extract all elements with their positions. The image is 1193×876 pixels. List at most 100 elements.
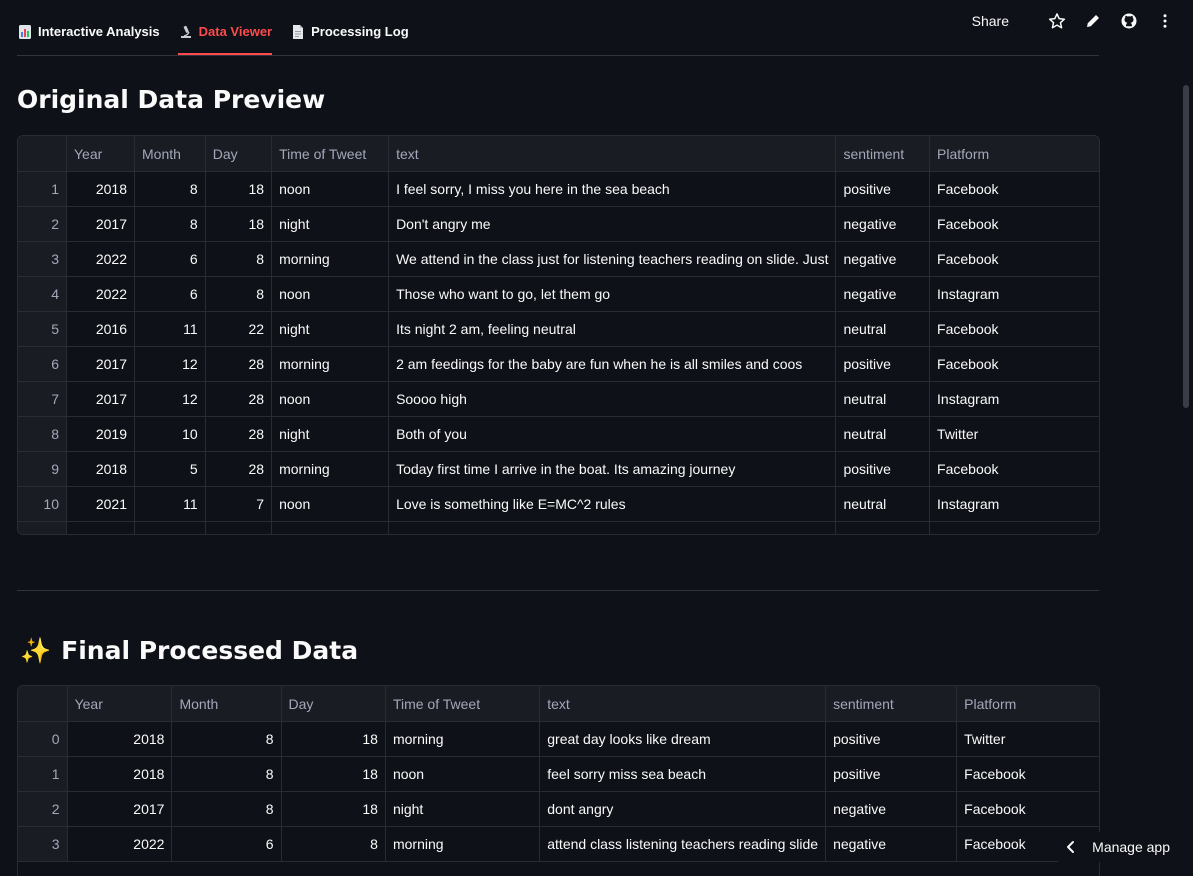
table-cell[interactable]: neutral [835,381,931,417]
table-cell[interactable]: Twitter [929,416,1099,452]
table-cell[interactable]: positive [835,346,931,382]
table-cell[interactable]: Those who want to go, let them go [388,276,837,312]
table-cell[interactable]: 8 [281,826,386,862]
table-cell[interactable]: 2018 [67,756,173,792]
table-cell[interactable] [134,521,206,534]
table-cell[interactable]: Both of you [388,416,837,452]
table-cell[interactable]: 2017 [66,346,136,382]
table-cell[interactable]: negative [825,791,958,827]
table-cell[interactable]: noon [385,756,541,792]
table-cell[interactable]: negative [835,276,931,312]
table-cell[interactable]: 6 [134,241,206,277]
column-header[interactable]: Platform [956,686,1099,722]
table-cell[interactable]: Instagram [929,276,1099,312]
table-cell[interactable]: 10 [134,416,206,452]
table-cell[interactable]: Love is something like E=MC^2 rules [388,486,837,522]
table-cell[interactable]: 11 [134,486,206,522]
table-cell[interactable]: 28 [205,346,273,382]
table-row[interactable]: 2 2017 8 18 night dont angry negative Facebook [18,791,1099,827]
column-header[interactable]: Month [171,686,282,722]
table-cell[interactable]: night [385,791,541,827]
column-header[interactable]: Month [134,136,206,172]
table-cell[interactable]: Facebook [929,241,1099,277]
table-cell[interactable]: negative [835,206,931,242]
column-header[interactable]: Time of Tweet [271,136,390,172]
table-cell[interactable]: Facebook [929,451,1099,487]
table-cell[interactable]: positive [835,171,931,207]
table-cell[interactable]: 2018 [67,721,173,757]
table-cell[interactable]: negative [825,826,958,862]
table-cell[interactable]: negative [835,241,931,277]
table-cell[interactable] [66,521,136,534]
table-cell[interactable]: 2 am feedings for the baby are fun when … [388,346,837,382]
table-cell[interactable]: night [271,416,390,452]
column-header[interactable]: sentiment [835,136,931,172]
column-header[interactable]: Day [205,136,273,172]
table-cell[interactable] [929,521,1099,534]
table-cell[interactable]: 28 [205,381,273,417]
table-cell[interactable]: morning [385,826,541,862]
table-cell[interactable]: noon [271,486,390,522]
table-cell[interactable]: 8 [134,171,206,207]
table-cell[interactable]: neutral [835,311,931,347]
table-row[interactable]: 3 2022 6 8 morning attend class listening tea… [18,826,1099,862]
table-cell[interactable]: morning [271,346,390,382]
column-header[interactable]: text [539,686,827,722]
column-header[interactable]: Day [281,686,386,722]
table-cell[interactable]: night [271,521,390,534]
table-cell[interactable]: 12 [134,381,206,417]
table-cell[interactable]: Its night 2 am, feeling neutral [388,311,837,347]
table-cell[interactable]: 2017 [66,381,136,417]
table-cell[interactable]: 2018 [66,171,136,207]
table-cell[interactable]: noon [271,276,390,312]
table-cell[interactable]: Facebook [929,346,1099,382]
table-cell[interactable]: 2017 [67,791,173,827]
table-row[interactable]: 3 2022 6 8 morning We attend in the class jus… [18,241,1099,277]
table-cell[interactable]: feel sorry miss sea beach [539,756,827,792]
table-row[interactable]: 10 2021 11 7 noon Love is something like E=MC… [18,486,1099,522]
table-row[interactable]: 0 2018 8 18 morning great day looks like drea… [18,721,1099,757]
table-row[interactable]: 5 2016 11 22 night Its night 2 am, feeling ne… [18,311,1099,347]
table-cell[interactable]: morning [385,721,541,757]
table-cell[interactable]: Instagram [929,486,1099,522]
table-cell[interactable]: Soooo high [388,381,837,417]
table-cell[interactable]: 8 [171,721,282,757]
column-header[interactable]: Platform [929,136,1099,172]
table-cell[interactable]: Facebook [956,756,1099,792]
table-cell[interactable]: 2018 [66,451,136,487]
table-cell[interactable]: Facebook [929,311,1099,347]
table-cell[interactable]: night [271,206,390,242]
table-row[interactable]: 2 2017 8 18 night Don't angry me negative Faceb… [18,206,1099,242]
table-cell[interactable]: Twitter [956,721,1099,757]
table-row[interactable]: 4 2022 6 8 noon Those who want to go, let the… [18,276,1099,312]
table-cell[interactable]: 18 [281,721,386,757]
manage-app-button[interactable]: Manage app [1058,832,1193,862]
table-row[interactable]: 11 night [18,521,1099,534]
table-row[interactable]: 6 2017 12 28 morning 2 am feedings for the ba… [18,346,1099,382]
table-cell[interactable]: Instagram [929,381,1099,417]
table-cell[interactable]: 12 [134,346,206,382]
table-cell[interactable] [835,521,931,534]
final-data-table[interactable]: Year Month Day Time of Tweet text sentiment Pl… [17,685,1100,876]
table-cell[interactable]: 6 [134,276,206,312]
original-data-table[interactable]: Year Month Day Time of Tweet text sentiment Pl… [17,135,1100,535]
table-cell[interactable]: neutral [835,486,931,522]
table-cell[interactable]: Don't angry me [388,206,837,242]
table-cell[interactable] [205,521,273,534]
table-cell[interactable]: 2022 [67,826,173,862]
table-cell[interactable]: 18 [281,756,386,792]
table-cell[interactable]: Facebook [956,791,1099,827]
table-cell[interactable]: 2017 [66,206,136,242]
github-icon[interactable] [1119,11,1139,31]
table-cell[interactable]: great day looks like dream [539,721,827,757]
table-cell[interactable]: 28 [205,416,273,452]
table-cell[interactable]: positive [835,451,931,487]
table-cell[interactable] [388,521,837,534]
tab-interactive-analysis[interactable]: Interactive Analysis [17,18,160,49]
table-cell[interactable]: 22 [205,311,273,347]
tab-data-viewer[interactable]: Data Viewer [177,18,273,55]
table-cell[interactable]: 8 [134,206,206,242]
table-row[interactable]: 1 2018 8 18 noon I feel sorry, I miss you her… [18,171,1099,207]
table-cell[interactable]: morning [271,451,390,487]
table-cell[interactable]: dont angry [539,791,827,827]
